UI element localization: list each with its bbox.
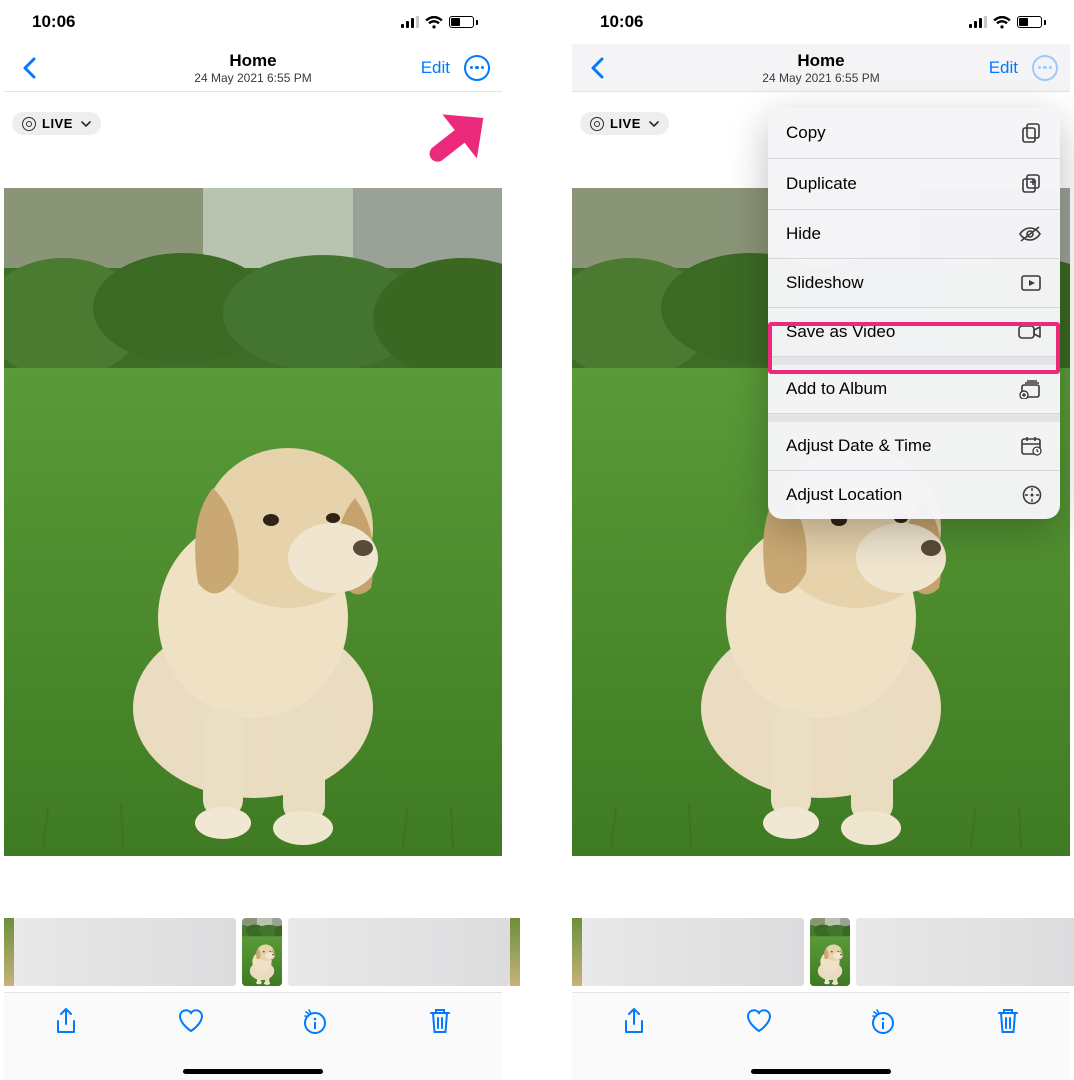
copy-icon [1020,122,1042,144]
nav-bar: Home 24 May 2021 6:55 PM Edit [4,44,502,92]
delete-button[interactable] [410,1007,470,1035]
live-icon [590,117,604,131]
thumbnail-strip[interactable] [4,912,502,992]
status-time: 10:06 [32,12,75,32]
cellular-icon [969,16,987,28]
more-button[interactable] [1032,55,1058,81]
bottom-toolbar [4,992,502,1080]
chevron-down-icon [81,121,91,127]
thumb-prev[interactable] [582,918,804,986]
thumb-current[interactable] [808,916,852,988]
cellular-icon [401,16,419,28]
screenshot-right: 10:06 Home 24 May 2021 6:55 PM Edit LIVE [572,0,1070,1080]
edit-button[interactable]: Edit [421,58,450,78]
share-button[interactable] [36,1007,96,1037]
context-menu: Copy Duplicate Hide Slideshow Save as Vi… [768,108,1060,519]
edit-button[interactable]: Edit [989,58,1018,78]
wifi-icon [425,16,443,29]
status-icons [401,16,478,29]
menu-adjust-location[interactable]: Adjust Location [768,471,1060,519]
status-bar: 10:06 [572,0,1070,44]
info-button[interactable] [285,1007,345,1035]
thumb-next[interactable] [288,918,510,986]
location-icon [1022,485,1042,505]
menu-adjust-date[interactable]: Adjust Date & Time [768,414,1060,471]
wifi-icon [993,16,1011,29]
status-time: 10:06 [600,12,643,32]
duplicate-icon [1020,173,1042,195]
menu-slideshow[interactable]: Slideshow [768,259,1060,308]
menu-label: Hide [786,224,821,244]
menu-label: Duplicate [786,174,857,194]
menu-label: Adjust Date & Time [786,436,932,456]
info-button[interactable] [853,1007,913,1035]
chevron-down-icon [649,121,659,127]
video-icon [1018,324,1042,340]
home-indicator[interactable] [183,1069,323,1074]
photo-viewport[interactable] [4,188,502,856]
album-icon [1018,379,1042,399]
slideshow-icon [1020,274,1042,292]
battery-icon [1017,16,1046,28]
calendar-icon [1020,436,1042,456]
menu-copy[interactable]: Copy [768,108,1060,159]
thumb-next[interactable] [856,918,1074,986]
battery-icon [449,16,478,28]
menu-duplicate[interactable]: Duplicate [768,159,1060,210]
screenshot-left: 10:06 Home 24 May 2021 6:55 PM Edit LIVE [4,0,502,1080]
annotation-arrow [384,78,496,190]
thumbnail-strip[interactable] [572,912,1070,992]
menu-save-as-video[interactable]: Save as Video [768,308,1060,357]
home-indicator[interactable] [751,1069,891,1074]
status-bar: 10:06 [4,0,502,44]
share-button[interactable] [604,1007,664,1037]
thumb-prev-edge[interactable] [4,918,14,986]
live-label: LIVE [42,116,73,131]
nav-bar: Home 24 May 2021 6:55 PM Edit [572,44,1070,92]
favorite-button[interactable] [729,1007,789,1033]
menu-label: Adjust Location [786,485,902,505]
thumb-current[interactable] [240,916,284,988]
status-icons [969,16,1046,29]
more-button[interactable] [464,55,490,81]
menu-label: Slideshow [786,273,864,293]
menu-label: Add to Album [786,379,887,399]
live-badge[interactable]: LIVE [580,112,669,135]
menu-add-to-album[interactable]: Add to Album [768,357,1060,414]
back-button[interactable] [584,51,610,85]
bottom-toolbar [572,992,1070,1080]
menu-label: Copy [786,123,826,143]
live-badge[interactable]: LIVE [12,112,101,135]
thumb-prev[interactable] [14,918,236,986]
menu-label: Save as Video [786,322,895,342]
live-icon [22,117,36,131]
back-button[interactable] [16,51,42,85]
menu-hide[interactable]: Hide [768,210,1060,259]
thumb-next-edge[interactable] [510,918,520,986]
live-label: LIVE [610,116,641,131]
hide-icon [1018,225,1042,243]
favorite-button[interactable] [161,1007,221,1033]
thumb-prev-edge[interactable] [572,918,582,986]
delete-button[interactable] [978,1007,1038,1035]
